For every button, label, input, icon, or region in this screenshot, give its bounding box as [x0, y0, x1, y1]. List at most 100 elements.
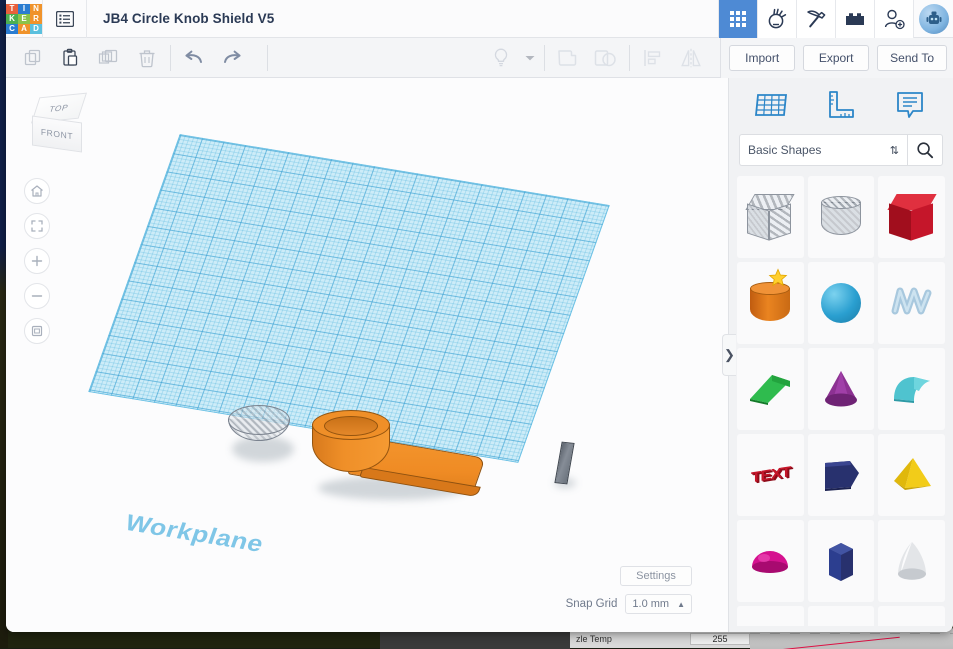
box-hole-art — [747, 194, 793, 240]
brick-button[interactable] — [835, 0, 874, 38]
group-button[interactable] — [549, 38, 587, 78]
copy-icon — [23, 48, 43, 68]
project-menu-button[interactable] — [43, 0, 87, 38]
snap-grid-row: Snap Grid 1.0 mm ▲ — [566, 594, 692, 614]
ungroup-shapes-icon — [594, 47, 618, 69]
logo-letter: E — [18, 14, 30, 24]
ungroup-button[interactable] — [587, 38, 625, 78]
undo-button[interactable] — [175, 38, 213, 78]
shape-roof-teal[interactable] — [878, 348, 945, 430]
undo-arrow-icon — [183, 48, 205, 68]
trash-icon — [137, 48, 157, 68]
shape-polygon-navy[interactable] — [808, 434, 875, 516]
avatar — [919, 4, 949, 34]
shape-scribble[interactable] — [878, 262, 945, 344]
export-button[interactable]: Export — [803, 45, 869, 71]
shape-sphere-blue[interactable] — [808, 262, 875, 344]
shape-cylinder-hole[interactable] — [808, 176, 875, 258]
shape-pyramid-yellow[interactable] — [878, 434, 945, 516]
hammer-button[interactable] — [796, 0, 835, 38]
toolbar-divider — [629, 45, 630, 71]
panel-tabs — [729, 78, 953, 132]
cylinder-hole-art — [821, 194, 861, 240]
shape-tube-orange[interactable] — [808, 606, 875, 626]
paste-icon — [61, 48, 81, 68]
lightbulb-hand-button[interactable] — [757, 0, 796, 38]
grid-workplane-icon — [754, 89, 790, 121]
orange-ring-object[interactable] — [312, 410, 390, 492]
shape-category-select[interactable]: Basic Shapes ⇅ — [739, 134, 907, 166]
align-button[interactable] — [634, 38, 672, 78]
list-menu-icon — [56, 11, 74, 27]
pyramid-yellow-art — [889, 454, 935, 496]
add-person-button[interactable] — [874, 0, 913, 38]
box-red-art — [889, 194, 935, 240]
updown-caret-icon: ⇅ — [890, 144, 899, 157]
chevron-down-icon — [524, 53, 536, 63]
toolbar-divider — [267, 45, 268, 71]
shape-cone-purple[interactable] — [808, 348, 875, 430]
shape-cylinder-orange[interactable] — [737, 262, 804, 344]
app-header: T I N K E R C A D JB4 Circle Knob Shield… — [6, 0, 953, 38]
hole-cylinder-object[interactable] — [228, 405, 290, 445]
shape-dome-magenta[interactable] — [737, 520, 804, 602]
group-shapes-icon — [556, 47, 580, 69]
tab-notes[interactable] — [884, 84, 936, 126]
star-badge-icon — [768, 268, 788, 288]
shape-text-red[interactable]: TEXT — [737, 434, 804, 516]
align-icon — [642, 47, 664, 69]
mirror-button[interactable] — [672, 38, 710, 78]
lightbulb-icon — [491, 47, 511, 69]
roof-teal-art — [888, 371, 936, 407]
workplane-label: Workplane — [121, 509, 267, 558]
shapes-panel: Basic Shapes ⇅ — [728, 78, 953, 632]
page-title: JB4 Circle Knob Shield V5 — [87, 11, 274, 26]
slicer-field-label: zle Temp — [570, 634, 690, 644]
3d-canvas[interactable]: TOP FRONT — [6, 78, 728, 632]
import-button[interactable]: Import — [729, 45, 795, 71]
shape-paraboloid-gray[interactable] — [878, 520, 945, 602]
shape-hexprism-blue[interactable] — [808, 520, 875, 602]
shape-box-red[interactable] — [878, 176, 945, 258]
add-person-icon — [883, 8, 905, 30]
shape-box-hole[interactable] — [737, 176, 804, 258]
snap-grid-select[interactable]: 1.0 mm ▲ — [625, 594, 692, 614]
brick-icon — [844, 10, 866, 28]
paste-button[interactable] — [52, 38, 90, 78]
scribble-art — [888, 281, 936, 325]
shape-wedge-green[interactable] — [737, 348, 804, 430]
tab-workplane[interactable] — [746, 84, 798, 126]
logo-letter: C — [6, 24, 18, 34]
shape-torus-blue[interactable] — [737, 606, 804, 626]
apps-grid-button[interactable] — [718, 0, 757, 38]
polygon-navy-art — [817, 455, 865, 495]
redo-arrow-icon — [221, 48, 243, 68]
gray-box-object[interactable] — [554, 442, 574, 485]
tab-ruler[interactable] — [815, 84, 867, 126]
logo-letter: I — [18, 4, 30, 14]
tinkercad-logo[interactable]: T I N K E R C A D — [6, 4, 42, 34]
redo-button[interactable] — [213, 38, 251, 78]
logo-letter: N — [30, 4, 42, 14]
shape-search-button[interactable] — [907, 134, 943, 166]
toolbar-divider — [170, 45, 171, 71]
logo-letter: R — [30, 14, 42, 24]
show-hide-dropdown[interactable] — [520, 38, 540, 78]
show-hide-button[interactable] — [482, 38, 520, 78]
user-avatar-button[interactable] — [913, 0, 953, 38]
shape-heart-brown[interactable] — [878, 606, 945, 626]
panel-collapse-handle[interactable]: ❯ — [722, 334, 736, 376]
logo-letter: T — [6, 4, 18, 14]
orange-ring-inner-hole — [324, 416, 378, 436]
duplicate-button[interactable] — [90, 38, 128, 78]
settings-button[interactable]: Settings — [620, 566, 692, 586]
lightbulb-hand-icon — [766, 8, 788, 30]
text-shape-art: TEXT — [751, 463, 790, 486]
logo-letter: D — [30, 24, 42, 34]
send-to-button[interactable]: Send To — [877, 45, 947, 71]
toolbar-divider — [544, 45, 545, 71]
delete-button[interactable] — [128, 38, 166, 78]
tinkercad-window: T I N K E R C A D JB4 Circle Knob Shield… — [6, 0, 953, 632]
file-action-buttons: Import Export Send To — [720, 38, 953, 78]
copy-button[interactable] — [14, 38, 52, 78]
